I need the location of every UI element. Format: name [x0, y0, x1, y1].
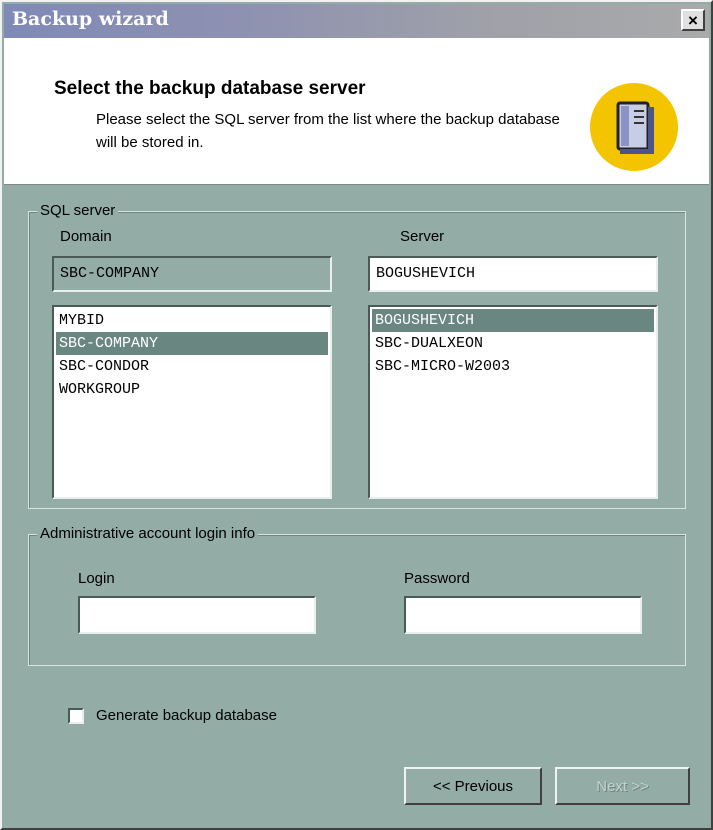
backup-wizard-window: Backup wizard × Select the backup databa…	[0, 0, 713, 830]
list-item[interactable]: SBC-CONDOR	[56, 355, 328, 378]
close-button[interactable]: ×	[681, 9, 705, 31]
next-button[interactable]: Next >>	[555, 767, 690, 805]
close-icon: ×	[688, 10, 698, 30]
list-item[interactable]: WORKGROUP	[56, 378, 328, 401]
list-item[interactable]: SBC-COMPANY	[56, 332, 328, 355]
generate-backup-checkbox[interactable]	[68, 708, 84, 724]
password-input[interactable]	[404, 596, 642, 634]
password-label: Password	[404, 570, 470, 587]
page-title: Select the backup database server	[54, 78, 366, 99]
domain-field[interactable]: SBC-COMPANY	[52, 256, 332, 292]
domain-label: Domain	[60, 228, 112, 245]
list-item[interactable]: SBC-MICRO-W2003	[372, 355, 654, 378]
domain-list[interactable]: MYBID SBC-COMPANY SBC-CONDOR WORKGROUP	[52, 305, 332, 499]
login-label: Login	[78, 570, 115, 587]
generate-backup-label[interactable]: Generate backup database	[96, 707, 277, 724]
login-input[interactable]	[78, 596, 316, 634]
page-description: Please select the SQL server from the li…	[96, 111, 560, 151]
list-item[interactable]: SBC-DUALXEON	[372, 332, 654, 355]
login-info-legend: Administrative account login info	[37, 525, 259, 542]
sql-server-legend: SQL server	[37, 202, 119, 219]
list-item[interactable]: MYBID	[56, 309, 328, 332]
wizard-header: Select the backup database server Please…	[4, 38, 709, 184]
previous-button[interactable]: << Previous	[404, 767, 542, 805]
window-title: Backup wizard	[12, 8, 169, 30]
server-label: Server	[400, 228, 445, 245]
server-list[interactable]: BOGUSHEVICH SBC-DUALXEON SBC-MICRO-W2003	[368, 305, 658, 499]
list-item[interactable]: BOGUSHEVICH	[372, 309, 654, 332]
server-field[interactable]: BOGUSHEVICH	[368, 256, 658, 292]
database-server-icon	[590, 83, 678, 171]
title-bar[interactable]: Backup wizard ×	[4, 4, 709, 38]
